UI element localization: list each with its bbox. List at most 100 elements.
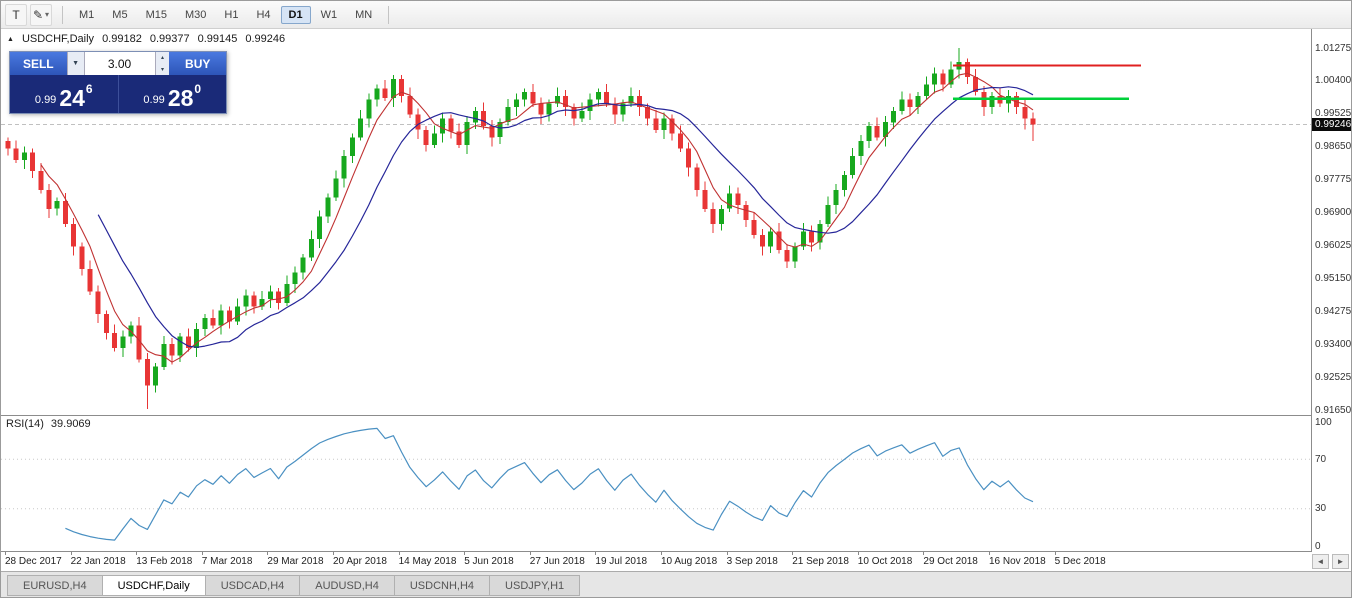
symbol-name: USDCHF,Daily xyxy=(22,33,94,45)
time-axis-tick xyxy=(136,552,137,555)
toolbar: T ✎▾ M1M5M15M30H1H4D1W1MN xyxy=(1,1,1351,29)
chart-tool-button[interactable]: T xyxy=(5,4,27,26)
price-axis-label: 0.94275 xyxy=(1315,306,1351,317)
brush-icon: ✎ xyxy=(33,8,43,22)
price-axis-label: 0.98650 xyxy=(1315,141,1351,152)
rsi-indicator-pane[interactable]: RSI(14) 39.9069 xyxy=(1,416,1311,552)
time-axis-tick xyxy=(858,552,859,555)
time-axis-tick xyxy=(464,552,465,555)
date-axis-label: 14 May 2018 xyxy=(399,556,457,567)
timeframe-button-m30[interactable]: M30 xyxy=(177,6,214,24)
date-axis-label: 20 Apr 2018 xyxy=(333,556,387,567)
time-axis-tick xyxy=(923,552,924,555)
date-axis-label: 7 Mar 2018 xyxy=(202,556,253,567)
date-axis-label: 5 Jun 2018 xyxy=(464,556,514,567)
rsi-axis-label: 100 xyxy=(1315,417,1332,428)
price-axis-label: 0.96025 xyxy=(1315,240,1351,251)
time-axis-tick xyxy=(530,552,531,555)
price-axis-label: 0.96900 xyxy=(1315,207,1351,218)
time-axis-tick xyxy=(989,552,990,555)
volume-down-button[interactable]: ▾ xyxy=(156,64,170,76)
chart-tab-usdjpy-h1[interactable]: USDJPY,H1 xyxy=(489,575,580,596)
toolbar-separator xyxy=(388,6,389,24)
price-axis-label: 0.95150 xyxy=(1315,273,1351,284)
time-axis-tick xyxy=(267,552,268,555)
rsi-chart[interactable] xyxy=(1,416,1311,551)
volume-spinner: ▴ ▾ xyxy=(155,52,170,75)
trade-panel-prices: 0.99 24 6 0.99 28 0 xyxy=(10,75,226,113)
chart-tab-usdcnh-h4[interactable]: USDCNH,H4 xyxy=(394,575,490,596)
timeframe-button-mn[interactable]: MN xyxy=(347,6,380,24)
time-axis-tick xyxy=(661,552,662,555)
ohlc-high: 0.99377 xyxy=(150,33,190,45)
bid-price-big-digits: 24 xyxy=(59,89,85,109)
scroll-left-button[interactable]: ◄ xyxy=(1312,554,1329,569)
trade-panel-controls: SELL ▼ ▴ ▾ BUY xyxy=(10,52,226,75)
time-axis-tick xyxy=(1055,552,1056,555)
time-axis-tick xyxy=(333,552,334,555)
time-axis-tick xyxy=(792,552,793,555)
collapse-triangle-icon[interactable]: ▲ xyxy=(7,36,14,43)
templates-dropdown-button[interactable]: ✎▾ xyxy=(30,4,52,26)
rsi-axis-label: 30 xyxy=(1315,503,1326,514)
timeframe-button-h4[interactable]: H4 xyxy=(248,6,278,24)
ask-price-big-digits: 28 xyxy=(168,89,194,109)
mt4-terminal-window: T ✎▾ M1M5M15M30H1H4D1W1MN ▲ USDCHF,Daily… xyxy=(0,0,1352,598)
rsi-header: RSI(14) 39.9069 xyxy=(6,418,91,430)
date-axis-label: 5 Dec 2018 xyxy=(1055,556,1106,567)
ohlc-low: 0.99145 xyxy=(198,33,238,45)
date-axis-label: 21 Sep 2018 xyxy=(792,556,849,567)
time-axis-tick xyxy=(595,552,596,555)
timeframe-button-w1[interactable]: W1 xyxy=(313,6,346,24)
timeframe-button-d1[interactable]: D1 xyxy=(281,6,311,24)
bid-price-prefix: 0.99 xyxy=(35,94,56,106)
ohlc-open: 0.99182 xyxy=(102,33,142,45)
chart-tab-usdchf-daily[interactable]: USDCHF,Daily xyxy=(102,575,206,596)
date-axis-label: 19 Jul 2018 xyxy=(595,556,647,567)
time-axis-tick xyxy=(202,552,203,555)
ask-price[interactable]: 0.99 28 0 xyxy=(118,75,227,113)
rsi-axis-label: 70 xyxy=(1315,454,1326,465)
date-axis-label: 27 Jun 2018 xyxy=(530,556,585,567)
time-axis-tick xyxy=(727,552,728,555)
bid-price-pipette: 6 xyxy=(86,82,93,96)
chart-tab-eurusd-h4[interactable]: EURUSD,H4 xyxy=(7,575,103,596)
date-axis-label: 10 Oct 2018 xyxy=(858,556,912,567)
chart-tab-bar: EURUSD,H4USDCHF,DailyUSDCAD,H4AUDUSD,H4U… xyxy=(1,571,1352,598)
price-axis-label: 0.93400 xyxy=(1315,339,1351,350)
scroll-right-button[interactable]: ► xyxy=(1332,554,1349,569)
volume-up-button[interactable]: ▴ xyxy=(156,52,170,64)
rsi-axis-label: 0 xyxy=(1315,541,1321,552)
timeframe-button-h1[interactable]: H1 xyxy=(216,6,246,24)
date-axis-label: 28 Dec 2017 xyxy=(5,556,62,567)
volume-input[interactable] xyxy=(85,52,155,75)
ask-price-prefix: 0.99 xyxy=(143,94,164,106)
current-price-tag: 0.99246 xyxy=(1312,118,1352,131)
price-axis-label: 1.00400 xyxy=(1315,75,1351,86)
date-axis-label: 3 Sep 2018 xyxy=(727,556,778,567)
bid-price[interactable]: 0.99 24 6 xyxy=(10,75,118,113)
date-axis-label: 29 Oct 2018 xyxy=(923,556,977,567)
timeframe-button-m5[interactable]: M5 xyxy=(104,6,135,24)
time-axis-nav: ◄ ► xyxy=(1312,554,1349,569)
sell-button[interactable]: SELL xyxy=(10,52,67,75)
buy-button[interactable]: BUY xyxy=(169,52,226,75)
date-axis-label: 16 Nov 2018 xyxy=(989,556,1046,567)
time-axis-tick xyxy=(5,552,6,555)
price-axis-label: 0.97775 xyxy=(1315,174,1351,185)
chart-tab-audusd-h4[interactable]: AUDUSD,H4 xyxy=(299,575,395,596)
ohlc-close: 0.99246 xyxy=(245,33,285,45)
timeframe-button-m15[interactable]: M15 xyxy=(138,6,175,24)
toolbar-separator xyxy=(62,6,63,24)
timeframe-button-m1[interactable]: M1 xyxy=(71,6,102,24)
time-axis-tick xyxy=(71,552,72,555)
volume-dropdown-button[interactable]: ▼ xyxy=(67,52,85,75)
date-axis-label: 22 Jan 2018 xyxy=(71,556,126,567)
date-axis-label: 10 Aug 2018 xyxy=(661,556,717,567)
main-chart-pane[interactable]: ▲ USDCHF,Daily 0.99182 0.99377 0.99145 0… xyxy=(1,29,1311,416)
price-scale: 1.012751.004000.995250.986500.977750.969… xyxy=(1311,29,1352,552)
chevron-down-icon: ▾ xyxy=(45,10,49,19)
date-axis-label: 29 Mar 2018 xyxy=(267,556,323,567)
chart-tab-usdcad-h4[interactable]: USDCAD,H4 xyxy=(205,575,301,596)
price-axis-label: 0.92525 xyxy=(1315,372,1351,383)
